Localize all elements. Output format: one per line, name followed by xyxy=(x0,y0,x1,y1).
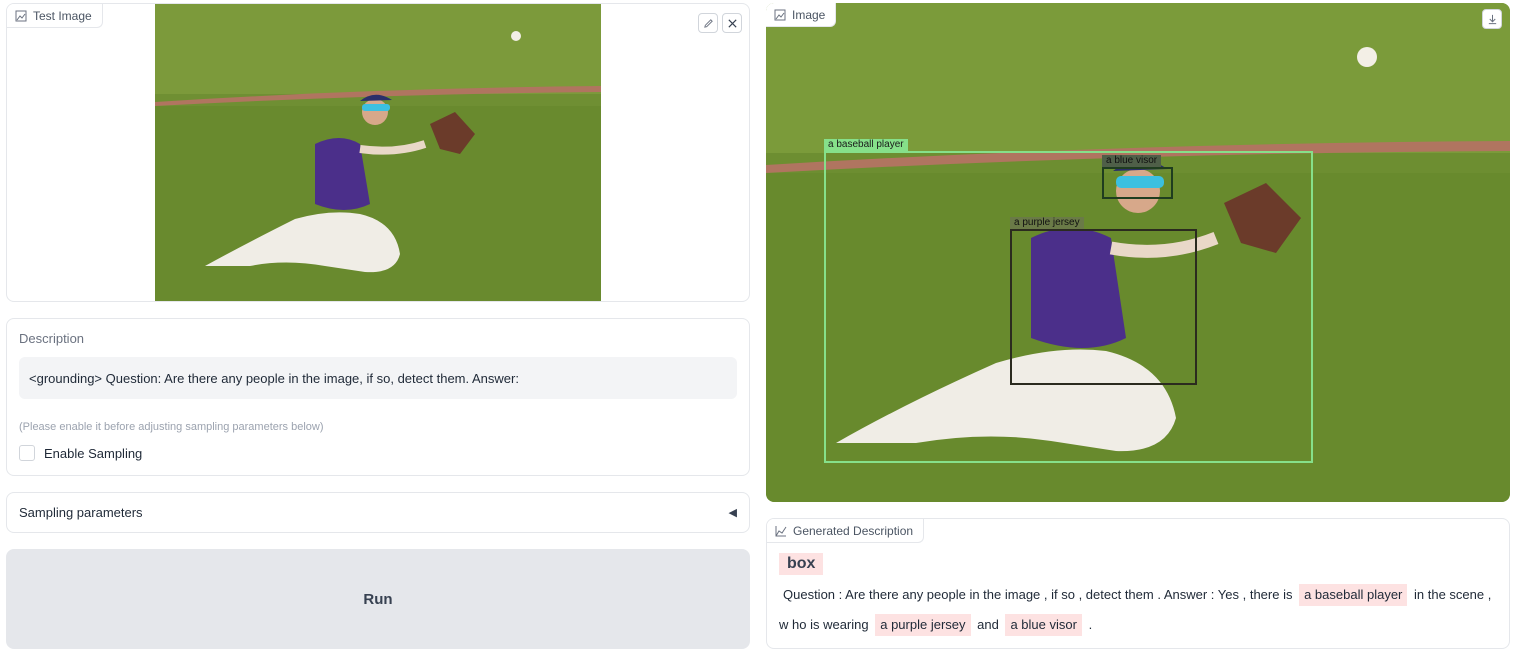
image-icon xyxy=(774,9,786,20)
prompt-text: <grounding> Question: Are there any peop… xyxy=(29,370,519,386)
close-icon[interactable] xyxy=(722,13,742,33)
enable-sampling-row[interactable]: Enable Sampling xyxy=(19,445,142,461)
text-segment: and xyxy=(977,617,999,632)
bbox-label-baseball-player: a baseball player xyxy=(824,139,908,151)
test-image-label-tag: Test Image xyxy=(7,4,103,28)
text-segment: Question : Are there any people in the i… xyxy=(783,587,1293,602)
highlight-blue-visor: a blue visor xyxy=(1005,614,1082,636)
description-title: Description xyxy=(19,331,85,346)
chart-icon xyxy=(775,525,787,536)
text-segment: . xyxy=(1088,617,1093,632)
output-image-label-tag: Image xyxy=(766,3,837,27)
generated-description-panel: Generated Description box Question : Are… xyxy=(766,518,1510,649)
prompt-textbox[interactable]: <grounding> Question: Are there any peop… xyxy=(19,357,737,399)
highlight-purple-jersey: a purple jersey xyxy=(875,614,971,636)
download-icon[interactable] xyxy=(1482,9,1502,29)
pencil-icon[interactable] xyxy=(698,13,718,33)
highlight-baseball-player: a baseball player xyxy=(1299,584,1408,606)
generated-text: Question : Are there any people in the i… xyxy=(779,580,1499,640)
output-image-panel: Image a baseball player a blue visor a p… xyxy=(766,3,1510,502)
triangle-left-icon[interactable]: ◀ xyxy=(729,506,737,519)
bbox-label-blue-visor: a blue visor xyxy=(1102,155,1162,167)
bbox-purple-jersey xyxy=(1010,229,1197,385)
image-icon xyxy=(15,10,27,21)
bbox-label-purple-jersey: a purple jersey xyxy=(1010,217,1084,229)
generated-description-label-tag: Generated Description xyxy=(767,519,925,543)
sampling-parameters-label: Sampling parameters xyxy=(19,505,143,520)
bbox-blue-visor xyxy=(1102,167,1173,199)
sampling-parameters-accordion[interactable]: Sampling parameters ◀ xyxy=(6,492,750,533)
output-image-label: Image xyxy=(792,7,826,22)
box-legend-tag: box xyxy=(779,553,824,575)
generated-description-label: Generated Description xyxy=(793,523,914,538)
run-button[interactable]: Run xyxy=(6,549,750,649)
sampling-hint: (Please enable it before adjusting sampl… xyxy=(19,421,324,433)
test-image-panel: Test Image xyxy=(6,3,750,302)
test-image-label: Test Image xyxy=(33,8,92,23)
run-button-label: Run xyxy=(363,590,393,608)
enable-sampling-checkbox[interactable] xyxy=(19,445,35,461)
description-panel: Description <grounding> Question: Are th… xyxy=(6,318,750,476)
enable-sampling-label: Enable Sampling xyxy=(44,445,143,461)
test-image-photo xyxy=(155,4,601,301)
